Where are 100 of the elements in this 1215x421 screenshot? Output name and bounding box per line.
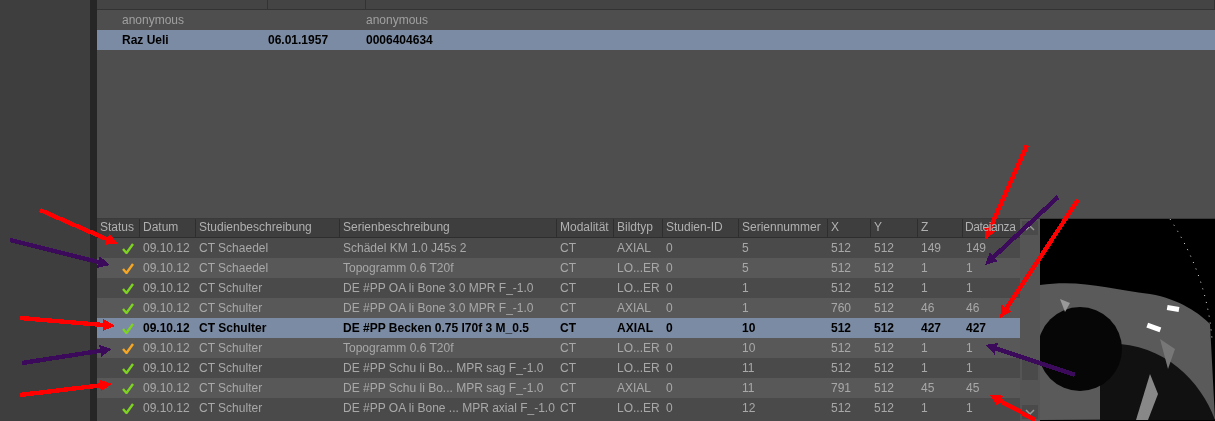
column-header[interactable]: Studien-ID: [666, 220, 723, 234]
table-cell: 512: [874, 241, 895, 255]
table-cell: LO...ER: [617, 361, 660, 375]
table-cell: 512: [831, 281, 852, 295]
table-cell: 09.10.12: [143, 281, 190, 295]
table-cell: 0: [666, 401, 673, 415]
table-cell: LO...ER: [617, 261, 660, 275]
table-cell: CT Schulter: [199, 381, 263, 395]
column-header[interactable]: Status: [100, 220, 135, 234]
patient-row[interactable]: anonymous anonymous: [97, 10, 1215, 30]
table-cell: DE #PP OA li Bone ... MPR axial F_-1.0: [343, 401, 555, 415]
table-cell: 0: [666, 261, 673, 275]
table-cell: 1: [966, 281, 973, 295]
table-cell: CT Schulter: [199, 341, 263, 355]
table-cell: DE #PP Becken 0.75 I70f 3 M_0.5: [343, 321, 529, 335]
column-header[interactable]: Seriennummer: [742, 220, 821, 234]
column-header[interactable]: Studienbeschreibung: [199, 220, 312, 234]
table-cell: 45: [921, 381, 935, 395]
table-cell: 512: [874, 261, 895, 275]
table-cell: CT: [560, 401, 576, 415]
table-cell: 512: [831, 261, 852, 275]
table-cell: 46: [966, 301, 980, 315]
column-header[interactable]: Y: [874, 220, 882, 234]
table-cell: 09.10.12: [143, 321, 190, 335]
table-cell: 512: [874, 281, 895, 295]
table-cell: Topogramm 0.6 T20f: [343, 341, 454, 355]
table-cell: 1: [966, 401, 973, 415]
table-cell: DE #PP OA li Bone 3.0 MPR F_-1.0: [343, 301, 534, 315]
table-cell: AXIAL: [617, 381, 652, 395]
table-cell: 1: [742, 281, 749, 295]
table-cell: 512: [874, 321, 895, 335]
table-cell: CT: [560, 301, 576, 315]
table-cell: anonymous: [366, 13, 429, 27]
table-cell: CT: [560, 321, 576, 335]
table-cell: CT Schulter: [199, 401, 263, 415]
table-cell: 791: [831, 381, 852, 395]
column-header[interactable]: Datum: [143, 220, 179, 234]
table-cell: 10: [742, 321, 756, 335]
table-cell: Raz Ueli: [122, 33, 169, 47]
column-header[interactable]: Bildtyp: [617, 220, 654, 234]
table-cell: 0: [666, 341, 673, 355]
table-cell: 0: [666, 301, 673, 315]
table-cell: 512: [831, 361, 852, 375]
table-cell: CT: [560, 261, 576, 275]
table-cell: 0006404634: [366, 33, 433, 47]
table-cell: Topogramm 0.6 T20f: [343, 261, 454, 275]
table-cell: 149: [921, 241, 942, 255]
table-cell: 5: [742, 261, 749, 275]
table-cell: CT: [560, 381, 576, 395]
table-cell: 11: [742, 361, 755, 375]
table-cell: 09.10.12: [143, 401, 190, 415]
column-header[interactable]: Z: [921, 220, 929, 234]
table-cell: LO...ER: [617, 341, 660, 355]
table-cell: DE #PP OA li Bone 3.0 MPR F_-1.0: [343, 281, 534, 295]
table-cell: 11: [742, 381, 755, 395]
table-cell: CT: [560, 341, 576, 355]
series-row[interactable]: 09.10.12 CT Schulter DE #PP Becken 0.75 I70f 3 M_0.5 CT AXIAL 0 10 512 512 427 427: [97, 318, 1020, 338]
table-cell: 10: [742, 341, 756, 355]
table-cell: 760: [831, 301, 852, 315]
column-header[interactable]: X: [831, 220, 839, 234]
table-cell: 09.10.12: [143, 381, 190, 395]
table-cell: 512: [874, 361, 895, 375]
table-cell: 09.10.12: [143, 341, 190, 355]
table-cell: 1: [921, 281, 928, 295]
table-cell: AXIAL: [617, 301, 652, 315]
series-row[interactable]: 09.10.12 CT Schulter DE #PP OA li Bone 3.0 MPR F_-1.0 CT AXIAL 0 1 760 512 46 46: [97, 298, 1020, 318]
table-cell: 46: [921, 301, 935, 315]
table-cell: 512: [831, 341, 852, 355]
table-cell: CT Schaedel: [199, 261, 269, 275]
table-cell: CT Schulter: [199, 301, 263, 315]
table-cell: 1: [966, 361, 973, 375]
table-cell: 12: [742, 401, 756, 415]
splitter[interactable]: [90, 0, 97, 421]
series-row[interactable]: 09.10.12 CT Schulter DE #PP Schu li Bo... MPR sag F_-1.0 CT AXIAL 0 11 791 512 45 45: [97, 378, 1020, 398]
series-row[interactable]: 09.10.12 CT Schulter Topogramm 0.6 T20f CT LO...ER 0 10 512 512 1 1: [97, 338, 1020, 358]
table-cell: CT Schulter: [199, 281, 263, 295]
table-cell: 0: [666, 281, 673, 295]
table-cell: 0: [666, 361, 673, 375]
table-cell: CT: [560, 361, 576, 375]
table-cell: 149: [966, 241, 987, 255]
table-cell: 45: [966, 381, 980, 395]
table-cell: 427: [966, 321, 987, 335]
table-cell: AXIAL: [617, 241, 652, 255]
table-cell: 0: [666, 241, 673, 255]
table-cell: LO...ER: [617, 281, 660, 295]
table-cell: 09.10.12: [143, 301, 190, 315]
series-row[interactable]: 09.10.12 CT Schaedel Topogramm 0.6 T20f CT LO...ER 0 5 512 512 1 1: [97, 258, 1020, 278]
table-cell: 427: [921, 321, 942, 335]
table-cell: 5: [742, 241, 749, 255]
table-cell: 512: [831, 401, 852, 415]
column-header[interactable]: Serienbeschreibung: [343, 220, 450, 234]
table-cell: 1: [742, 301, 749, 315]
table-cell: AXIAL: [617, 321, 653, 335]
table-cell: 1: [921, 401, 928, 415]
table-cell: 0: [666, 321, 673, 335]
patient-row[interactable]: Raz Ueli 06.01.1957 0006404634: [97, 30, 1215, 50]
column-header[interactable]: Modalität: [560, 220, 609, 234]
table-cell: anonymous: [122, 13, 185, 27]
table-cell: 1: [921, 341, 928, 355]
table-cell: Schädel KM 1.0 J45s 2: [343, 241, 467, 255]
